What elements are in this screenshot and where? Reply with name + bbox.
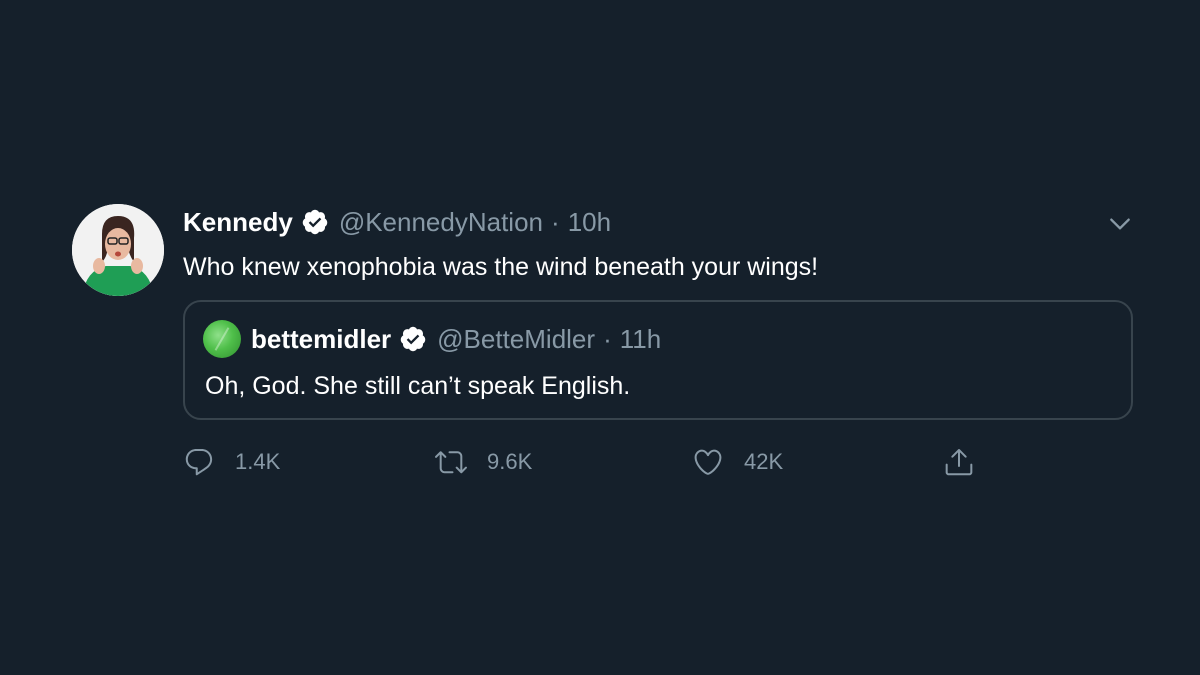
tweet-header: Kennedy @KennedyNation · 10h xyxy=(183,202,1137,242)
share-icon xyxy=(945,449,973,476)
reply-button[interactable]: 1.4K xyxy=(183,442,280,482)
quoted-tweet-text: Oh, God. She still can’t speak English. xyxy=(205,372,631,400)
like-count: 42K xyxy=(744,449,784,474)
tweet-text: Who knew xenophobia was the wind beneath… xyxy=(183,253,819,281)
author-name[interactable]: Kennedy xyxy=(183,207,293,238)
tweet-body: Kennedy @KennedyNation · 10h Who knew xe… xyxy=(183,202,1137,476)
heart-icon xyxy=(694,449,722,475)
reply-count: 1.4K xyxy=(235,449,281,474)
reply-icon xyxy=(185,448,213,476)
retweet-button[interactable]: 9.6K xyxy=(435,442,532,482)
verified-badge-icon xyxy=(400,326,426,352)
quoted-tweet[interactable]: bettemidler @BetteMidler · 11h Oh, God. … xyxy=(183,300,1133,420)
quoted-author-handle: @BetteMidler xyxy=(437,323,596,354)
verified-badge-icon xyxy=(302,209,328,235)
separator-dot: · xyxy=(603,323,612,354)
quoted-tweet-header: bettemidler @BetteMidler · 11h xyxy=(203,319,661,359)
separator-dot: · xyxy=(551,206,560,237)
quoted-tweet-time: 11h xyxy=(619,323,662,354)
author-handle[interactable]: @KennedyNation xyxy=(339,207,543,238)
retweet-icon xyxy=(435,451,467,474)
tweet[interactable]: Kennedy @KennedyNation · 10h Who knew xe… xyxy=(72,202,1142,492)
like-button[interactable]: 42K xyxy=(692,442,783,482)
tweet-actions: 1.4K 9.6K 42K xyxy=(183,442,983,482)
tweet-time[interactable]: 10h xyxy=(568,207,611,238)
green-avatar-icon xyxy=(203,320,241,358)
quoted-author-name: bettemidler xyxy=(251,323,392,354)
user-avatar-icon xyxy=(72,204,164,296)
chevron-down-icon[interactable] xyxy=(1107,211,1133,237)
retweet-count: 9.6K xyxy=(487,449,533,474)
share-button[interactable] xyxy=(943,442,975,482)
author-avatar[interactable] xyxy=(72,204,164,296)
